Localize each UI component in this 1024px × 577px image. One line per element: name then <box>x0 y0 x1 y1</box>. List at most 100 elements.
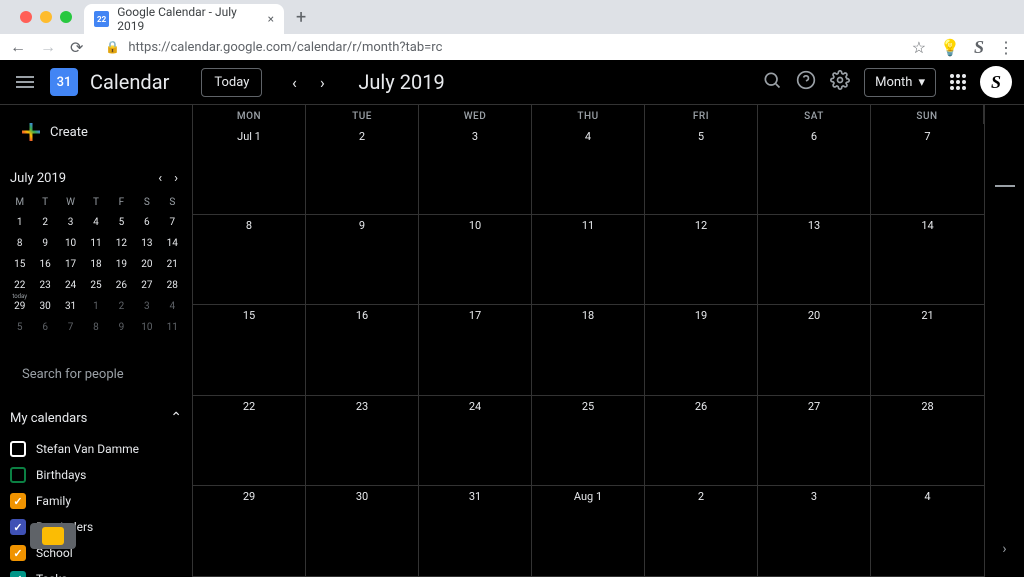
account-avatar[interactable]: S <box>980 66 1012 98</box>
view-selector[interactable]: Month ▾ <box>864 68 936 97</box>
day-cell[interactable]: 31 <box>419 486 532 577</box>
day-cell[interactable]: 18 <box>532 305 645 396</box>
back-button[interactable]: ← <box>10 37 26 57</box>
mini-day-cell[interactable]: 3 <box>59 213 82 232</box>
day-cell[interactable]: 6 <box>758 124 871 215</box>
day-cell[interactable]: 9 <box>306 215 419 306</box>
day-cell[interactable]: 4 <box>871 486 984 577</box>
calendar-item[interactable]: Stefan Van Damme <box>8 436 184 462</box>
mini-day-cell[interactable]: 4 <box>84 213 107 232</box>
browser-menu-icon[interactable]: ⋮ <box>998 38 1014 57</box>
mini-day-cell[interactable]: 11 <box>161 318 184 337</box>
forward-button[interactable]: → <box>40 37 56 57</box>
mini-day-cell[interactable]: 16 <box>33 255 56 274</box>
day-cell[interactable]: 28 <box>871 396 984 487</box>
day-cell[interactable]: 4 <box>532 124 645 215</box>
mini-day-cell[interactable]: 18 <box>84 255 107 274</box>
close-tab-icon[interactable]: × <box>268 12 274 26</box>
day-cell[interactable]: 2 <box>306 124 419 215</box>
day-cell[interactable]: 5 <box>645 124 758 215</box>
mini-day-cell[interactable]: 7 <box>59 318 82 337</box>
mini-day-cell[interactable]: 9 <box>110 318 133 337</box>
mini-day-cell[interactable]: 2 <box>110 297 133 316</box>
day-cell[interactable]: 2 <box>645 486 758 577</box>
mini-day-cell[interactable]: 19 <box>110 255 133 274</box>
day-cell[interactable]: 14 <box>871 215 984 306</box>
mini-day-cell[interactable]: 5 <box>8 318 31 337</box>
day-cell[interactable]: 21 <box>871 305 984 396</box>
settings-icon[interactable] <box>830 70 850 95</box>
mini-day-cell[interactable]: 30 <box>33 297 56 316</box>
mini-day-cell[interactable]: 1 <box>8 213 31 232</box>
mini-day-cell[interactable]: 31 <box>59 297 82 316</box>
day-cell[interactable]: 13 <box>758 215 871 306</box>
reload-button[interactable]: ⟳ <box>70 38 83 57</box>
mini-day-cell[interactable]: 5 <box>110 213 133 232</box>
day-cell[interactable]: 24 <box>419 396 532 487</box>
mini-day-cell[interactable]: 27 <box>135 276 158 295</box>
mini-day-cell[interactable]: 20 <box>135 255 158 274</box>
calendar-item[interactable]: Family <box>8 488 184 514</box>
today-button[interactable]: Today <box>201 68 262 97</box>
mini-day-cell[interactable]: 9 <box>33 234 56 253</box>
day-cell[interactable]: 7 <box>871 124 984 215</box>
day-cell[interactable]: 17 <box>419 305 532 396</box>
mini-day-cell[interactable]: 10 <box>59 234 82 253</box>
day-cell[interactable]: 23 <box>306 396 419 487</box>
day-cell[interactable]: 3 <box>758 486 871 577</box>
mini-day-cell[interactable]: 12 <box>110 234 133 253</box>
mini-day-cell[interactable]: 22 <box>8 276 31 295</box>
day-cell[interactable]: 16 <box>306 305 419 396</box>
mini-day-cell[interactable]: 13 <box>135 234 158 253</box>
side-panel-item[interactable] <box>995 185 1015 187</box>
bookmark-icon[interactable]: ☆ <box>912 38 926 57</box>
mini-day-cell[interactable]: 14 <box>161 234 184 253</box>
widget-overlay-icon[interactable] <box>30 523 76 549</box>
day-cell[interactable]: 30 <box>306 486 419 577</box>
day-cell[interactable]: 20 <box>758 305 871 396</box>
calendar-item[interactable]: Birthdays <box>8 462 184 488</box>
day-cell[interactable]: 27 <box>758 396 871 487</box>
address-bar[interactable]: 🔒 https://calendar.google.com/calendar/r… <box>97 40 897 55</box>
prev-period-button[interactable]: ‹ <box>282 70 306 94</box>
mini-day-cell[interactable]: 7 <box>161 213 184 232</box>
new-tab-button[interactable]: + <box>284 7 318 28</box>
calendar-checkbox[interactable] <box>10 441 26 457</box>
mini-day-cell[interactable]: 2 <box>33 213 56 232</box>
mini-day-cell[interactable]: 8 <box>84 318 107 337</box>
mini-day-cell[interactable]: 26 <box>110 276 133 295</box>
calendar-checkbox[interactable] <box>10 493 26 509</box>
mini-day-cell[interactable]: 21 <box>161 255 184 274</box>
close-window-button[interactable] <box>20 11 32 23</box>
search-icon[interactable] <box>762 70 782 95</box>
extension-s-icon[interactable]: S <box>974 37 984 58</box>
create-button[interactable]: Create <box>8 115 102 149</box>
help-icon[interactable] <box>796 70 816 95</box>
day-cell[interactable]: Aug 1 <box>532 486 645 577</box>
calendar-checkbox[interactable] <box>10 571 26 577</box>
mini-day-cell[interactable]: 1 <box>84 297 107 316</box>
mini-day-cell[interactable]: 8 <box>8 234 31 253</box>
day-cell[interactable]: 19 <box>645 305 758 396</box>
mini-day-cell[interactable]: 10 <box>135 318 158 337</box>
day-cell[interactable]: Jul 1 <box>193 124 306 215</box>
day-cell[interactable]: 29 <box>193 486 306 577</box>
search-people-input[interactable]: Search for people <box>8 361 184 388</box>
day-cell[interactable]: 26 <box>645 396 758 487</box>
mini-day-cell[interactable]: 3 <box>135 297 158 316</box>
day-cell[interactable]: 11 <box>532 215 645 306</box>
day-cell[interactable]: 12 <box>645 215 758 306</box>
mini-day-cell[interactable]: 25 <box>84 276 107 295</box>
next-period-button[interactable]: › <box>310 70 334 94</box>
mini-day-cell[interactable]: 6 <box>33 318 56 337</box>
day-cell[interactable]: 8 <box>193 215 306 306</box>
day-cell[interactable]: 3 <box>419 124 532 215</box>
my-calendars-header[interactable]: My calendars ⌃ <box>8 406 184 430</box>
main-menu-button[interactable] <box>12 72 38 92</box>
mini-day-cell[interactable]: 6 <box>135 213 158 232</box>
google-apps-button[interactable] <box>950 74 966 90</box>
mini-day-cell[interactable]: 15 <box>8 255 31 274</box>
mini-day-cell[interactable]: 11 <box>84 234 107 253</box>
mini-day-cell[interactable]: 28 <box>161 276 184 295</box>
mini-day-cell[interactable]: 4 <box>161 297 184 316</box>
